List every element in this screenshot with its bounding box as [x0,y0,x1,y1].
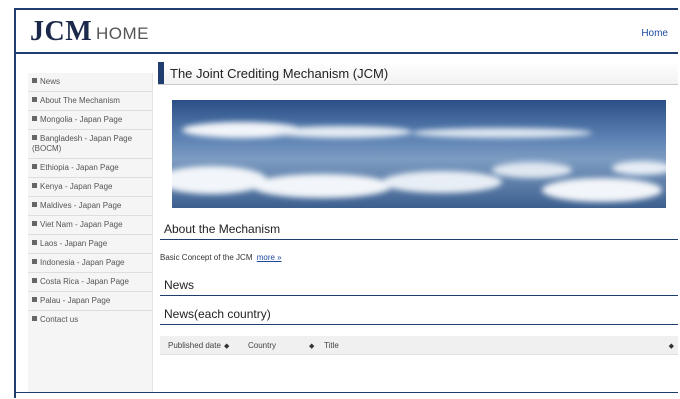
square-bullet-icon [32,259,37,265]
sidebar-item-label: News [40,77,61,86]
sort-icon: ◆ [668,343,674,350]
clouds-photo-graphic [172,100,666,208]
sidebar-item-contact[interactable]: Contact us [28,311,152,329]
sidebar-item-about[interactable]: About The Mechanism [28,92,152,111]
header-divider [16,52,678,54]
square-bullet-icon [32,240,37,246]
column-published-date[interactable]: Published date ◆ [168,341,229,350]
sidebar-item-kenya[interactable]: Kenya - Japan Page [28,178,152,197]
about-description-text: Basic Concept of the JCM [160,253,253,262]
sidebar-item-label: Maldives - Japan Page [40,201,122,210]
title-sort[interactable]: ◆ [666,341,674,350]
sidebar: News About The Mechanism Mongolia - Japa… [28,73,153,393]
about-description: Basic Concept of the JCM more » [160,253,282,262]
square-bullet-icon [32,316,37,322]
square-bullet-icon [32,116,37,122]
square-bullet-icon [32,297,37,303]
square-bullet-icon [32,135,37,141]
news-each-country-heading: News(each country) [160,307,678,325]
site-logo[interactable]: JCM [30,16,92,48]
sidebar-item-laos[interactable]: Laos - Japan Page [28,235,152,254]
sidebar-item-label: Bangladesh - Japan Page (BOCM) [32,134,133,153]
square-bullet-icon [32,164,37,170]
sidebar-item-label: Costa Rica - Japan Page [40,277,129,286]
sidebar-item-label: Kenya - Japan Page [40,182,113,191]
sidebar-item-label: About The Mechanism [40,96,120,105]
square-bullet-icon [32,78,37,84]
more-link[interactable]: more » [257,253,282,262]
square-bullet-icon [32,278,37,284]
page-title-bar: The Joint Crediting Mechanism (JCM) [158,62,678,85]
sidebar-item-palau[interactable]: Palau - Japan Page [28,292,152,311]
sidebar-item-label: Laos - Japan Page [40,239,108,248]
sort-icon: ◆ [309,343,315,350]
page-frame: JCM HOME Home News About The Mechanism M… [14,8,678,398]
site-header: JCM HOME Home [16,10,678,52]
sidebar-item-mongolia[interactable]: Mongolia - Japan Page [28,111,152,130]
sidebar-item-ethiopia[interactable]: Ethiopia - Japan Page [28,159,152,178]
site-logo-home-text[interactable]: HOME [96,24,149,44]
sidebar-item-label: Viet Nam - Japan Page [40,220,123,229]
news-section-heading: News [160,278,678,296]
square-bullet-icon [32,97,37,103]
column-label: Country [248,341,277,350]
country-sort[interactable]: ◆ [306,341,314,350]
square-bullet-icon [32,221,37,227]
sort-icon: ◆ [223,343,230,350]
news-table-header: Published date ◆ Country ◆ Title ◆ [160,336,678,355]
sidebar-item-label: Contact us [40,315,79,324]
title-accent-bar [158,62,164,84]
sidebar-item-label: Ethiopia - Japan Page [40,163,119,172]
sidebar-item-indonesia[interactable]: Indonesia - Japan Page [28,254,152,273]
footer-divider [16,392,678,393]
column-label: Published date [168,341,221,350]
sidebar-item-label: Mongolia - Japan Page [40,115,123,124]
sidebar-item-costa-rica[interactable]: Costa Rica - Japan Page [28,273,152,292]
sky-banner-image [172,100,666,208]
sidebar-item-label: Indonesia - Japan Page [40,258,125,267]
square-bullet-icon [32,202,37,208]
about-section-heading: About the Mechanism [160,222,678,240]
sidebar-item-bangladesh[interactable]: Bangladesh - Japan Page (BOCM) [28,130,152,159]
column-label: Title [324,341,339,350]
top-home-link[interactable]: Home [641,28,668,39]
sidebar-item-news[interactable]: News [28,73,152,92]
column-title[interactable]: Title [324,341,339,350]
column-country[interactable]: Country [248,341,276,350]
page-title: The Joint Crediting Mechanism (JCM) [170,66,389,81]
sidebar-item-maldives[interactable]: Maldives - Japan Page [28,197,152,216]
square-bullet-icon [32,183,37,189]
sidebar-item-label: Palau - Japan Page [40,296,111,305]
sidebar-item-vietnam[interactable]: Viet Nam - Japan Page [28,216,152,235]
